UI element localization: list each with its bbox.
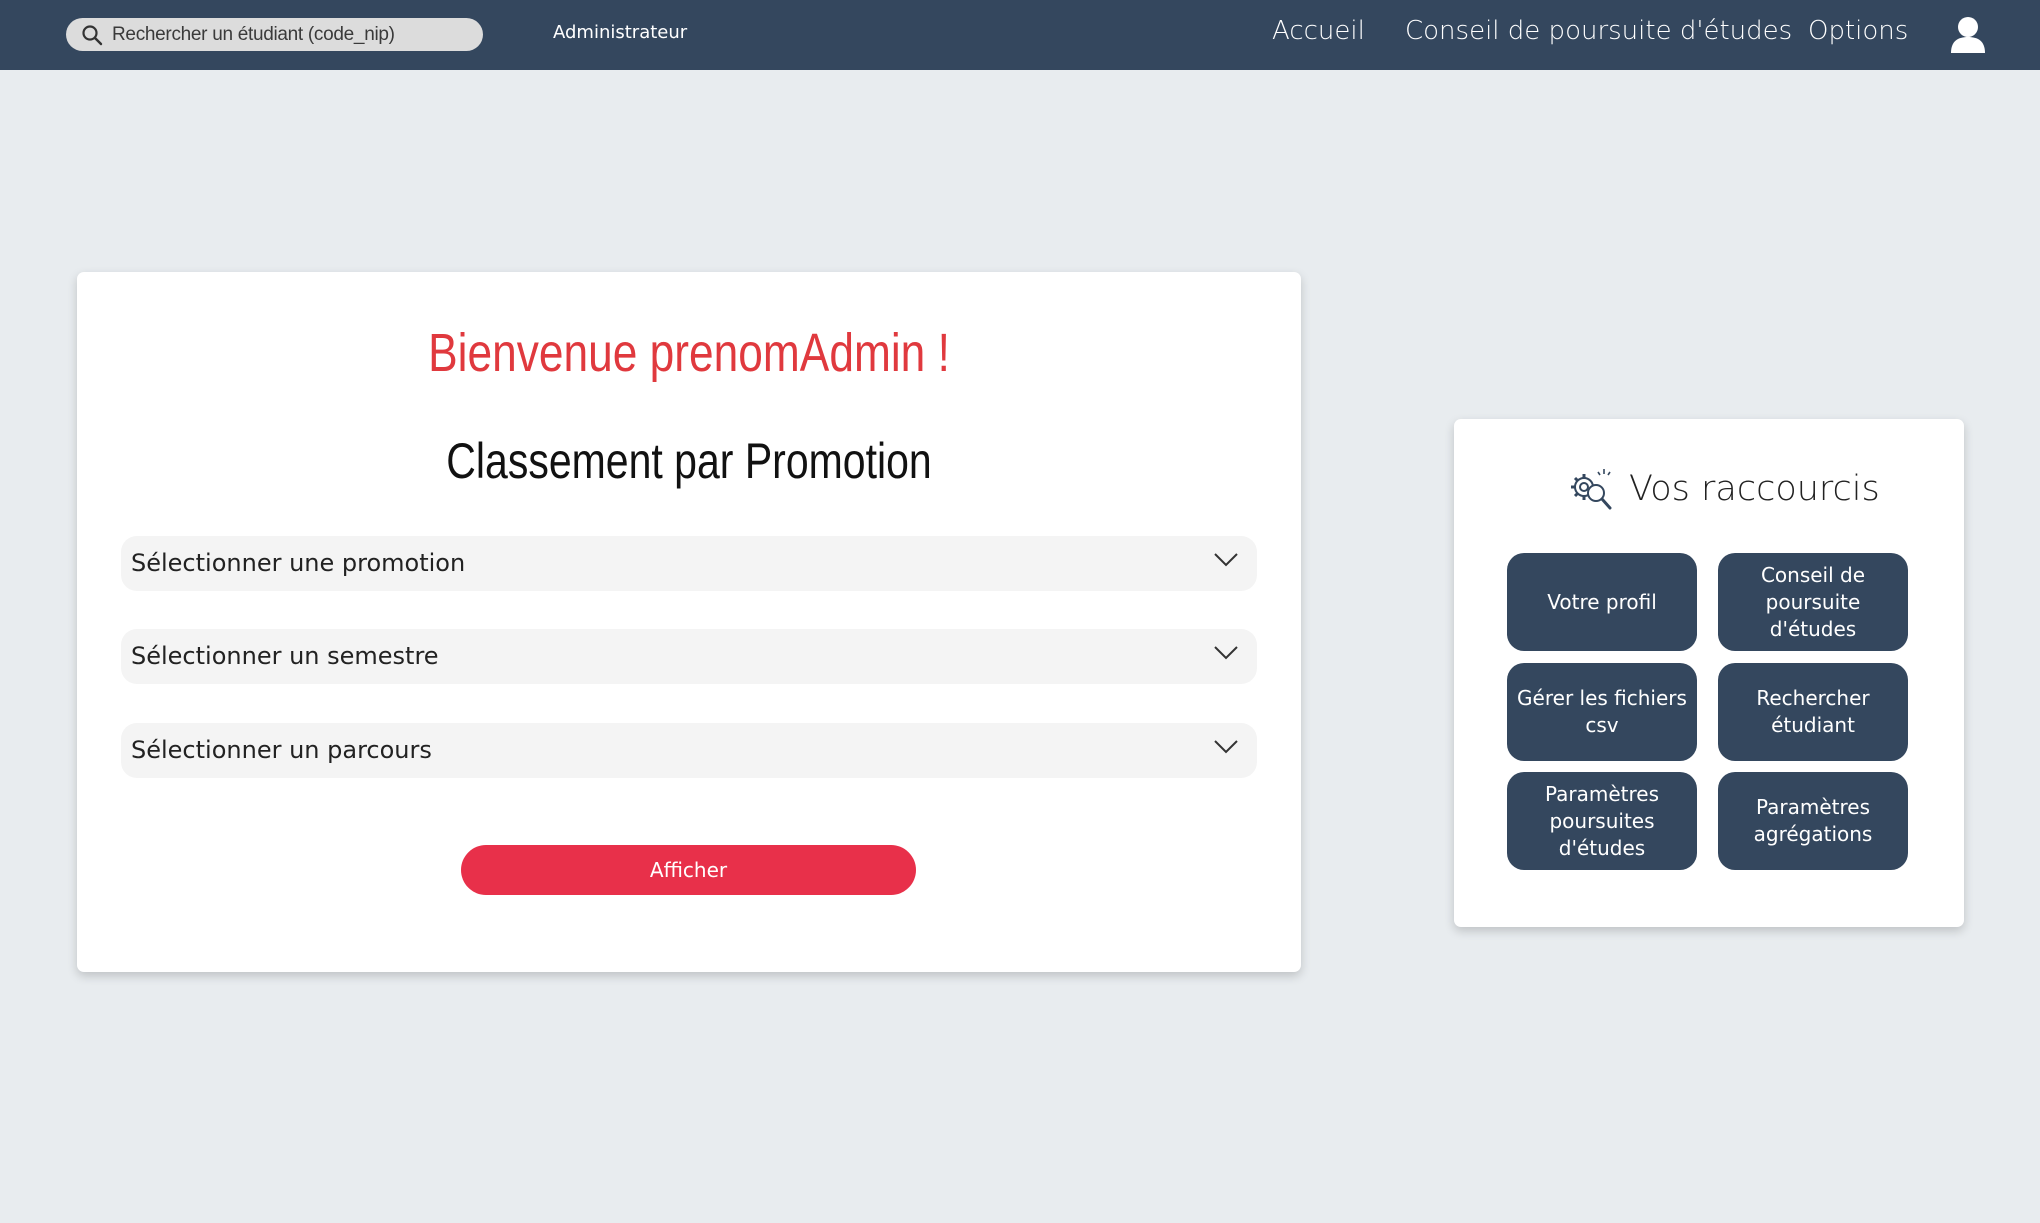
user-account-icon[interactable] — [1950, 16, 1986, 58]
promotion-select[interactable]: Sélectionner une promotion — [121, 536, 1257, 591]
nav-link-options[interactable]: Options — [1808, 16, 1908, 46]
welcome-heading: Bienvenue prenomAdmin ! — [428, 323, 950, 383]
search-icon[interactable] — [81, 24, 103, 50]
search-input[interactable] — [112, 18, 472, 51]
shortcut-parametres-poursuites[interactable]: Paramètres poursuites d'études — [1507, 772, 1697, 870]
shortcuts-header: Vos raccourcis — [1454, 463, 1964, 523]
shortcut-parametres-agregations[interactable]: Paramètres agrégations — [1718, 772, 1908, 870]
shortcuts-card: Vos raccourcis Votre profil Conseil de p… — [1454, 419, 1964, 927]
parcours-select-label: Sélectionner un parcours — [131, 736, 432, 764]
chevron-down-icon — [1213, 645, 1239, 665]
afficher-button[interactable]: Afficher — [461, 845, 916, 895]
top-navbar: Administrateur Accueil Conseil de poursu… — [0, 0, 2040, 70]
user-role-label: Administrateur — [553, 22, 688, 43]
semestre-select[interactable]: Sélectionner un semestre — [121, 629, 1257, 684]
ranking-card: Bienvenue prenomAdmin ! Classement par P… — [77, 272, 1301, 972]
promotion-select-label: Sélectionner une promotion — [131, 549, 466, 577]
shortcut-votre-profil[interactable]: Votre profil — [1507, 553, 1697, 651]
shortcut-rechercher-etudiant[interactable]: Rechercher étudiant — [1718, 663, 1908, 761]
gear-search-icon — [1568, 465, 1616, 519]
student-search-box[interactable] — [66, 18, 483, 51]
nav-link-accueil[interactable]: Accueil — [1272, 16, 1365, 46]
semestre-select-label: Sélectionner un semestre — [131, 642, 439, 670]
shortcuts-title: Vos raccourcis — [1629, 469, 1880, 509]
nav-link-conseil[interactable]: Conseil de poursuite d'études — [1405, 16, 1792, 46]
shortcut-gerer-csv[interactable]: Gérer les fichiers csv — [1507, 663, 1697, 761]
chevron-down-icon — [1213, 739, 1239, 759]
chevron-down-icon — [1213, 552, 1239, 572]
shortcut-conseil-poursuite[interactable]: Conseil de poursuite d'études — [1718, 553, 1908, 651]
ranking-title: Classement par Promotion — [446, 433, 932, 489]
parcours-select[interactable]: Sélectionner un parcours — [121, 723, 1257, 778]
